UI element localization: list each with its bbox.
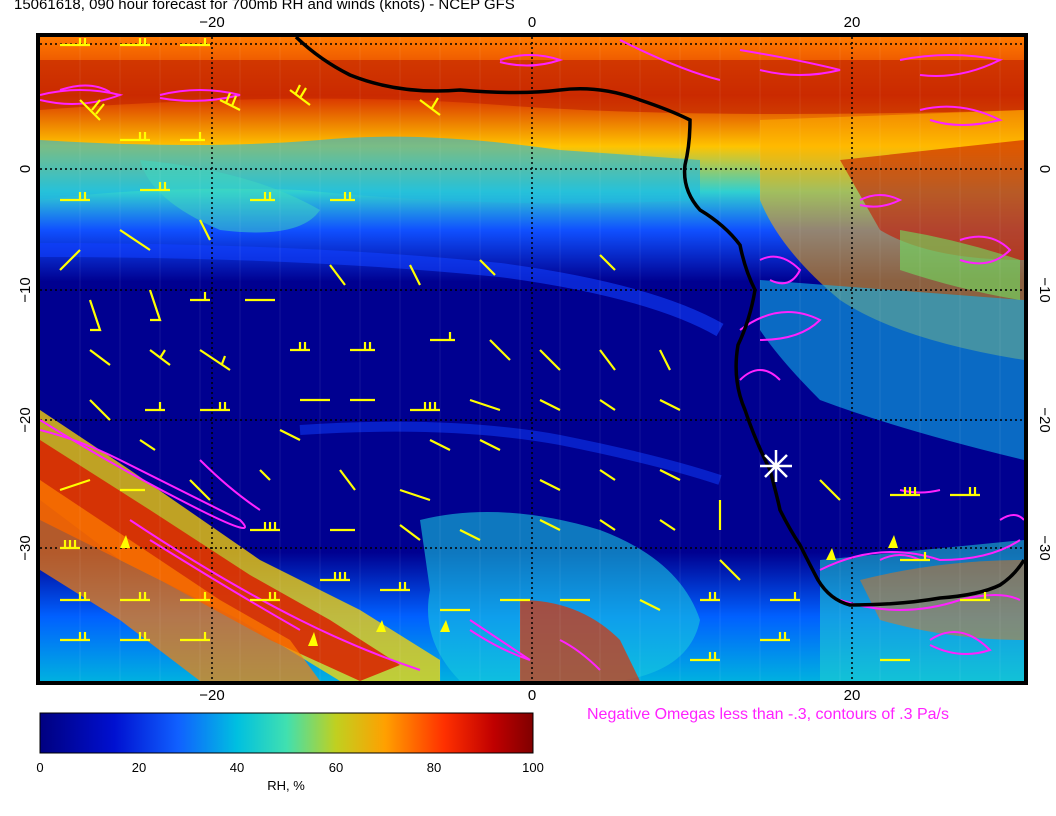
x-tick-top-1: −20: [199, 14, 224, 31]
x-tick-bottom-3: 20: [844, 687, 861, 704]
colorbar-tick-100: 100: [522, 760, 544, 775]
x-tick-top-3: 20: [844, 14, 861, 31]
y-tick-left-2: −10: [17, 277, 34, 302]
x-tick-top-2: 0: [528, 14, 536, 31]
colorbar-tick-80: 80: [426, 760, 442, 775]
colorbar-tick-40: 40: [229, 760, 245, 775]
x-tick-bottom-1: −20: [199, 687, 224, 704]
rh-field: [40, 37, 1024, 681]
y-tick-left-1: 0: [17, 165, 34, 173]
y-tick-left-3: −20: [17, 407, 34, 432]
rh-colorbar: [39, 712, 534, 754]
y-tick-right-1: 0: [1036, 165, 1053, 173]
colorbar-label: RH, %: [267, 778, 305, 793]
map-figure: −20 0 20 −20 0 20 0 −10 −20 −30 0 −10 −2…: [17, 14, 1053, 754]
y-tick-right-4: −30: [1036, 535, 1053, 560]
omega-note: Negative Omegas less than -.3, contours …: [587, 706, 949, 723]
x-tick-bottom-2: 0: [528, 687, 536, 704]
colorbar-tick-0: 0: [36, 760, 44, 775]
colorbar-tick-60: 60: [328, 760, 344, 775]
y-tick-right-3: −20: [1036, 407, 1053, 432]
y-tick-right-2: −10: [1036, 277, 1053, 302]
colorbar-tick-20: 20: [131, 760, 147, 775]
y-tick-left-4: −30: [17, 535, 34, 560]
